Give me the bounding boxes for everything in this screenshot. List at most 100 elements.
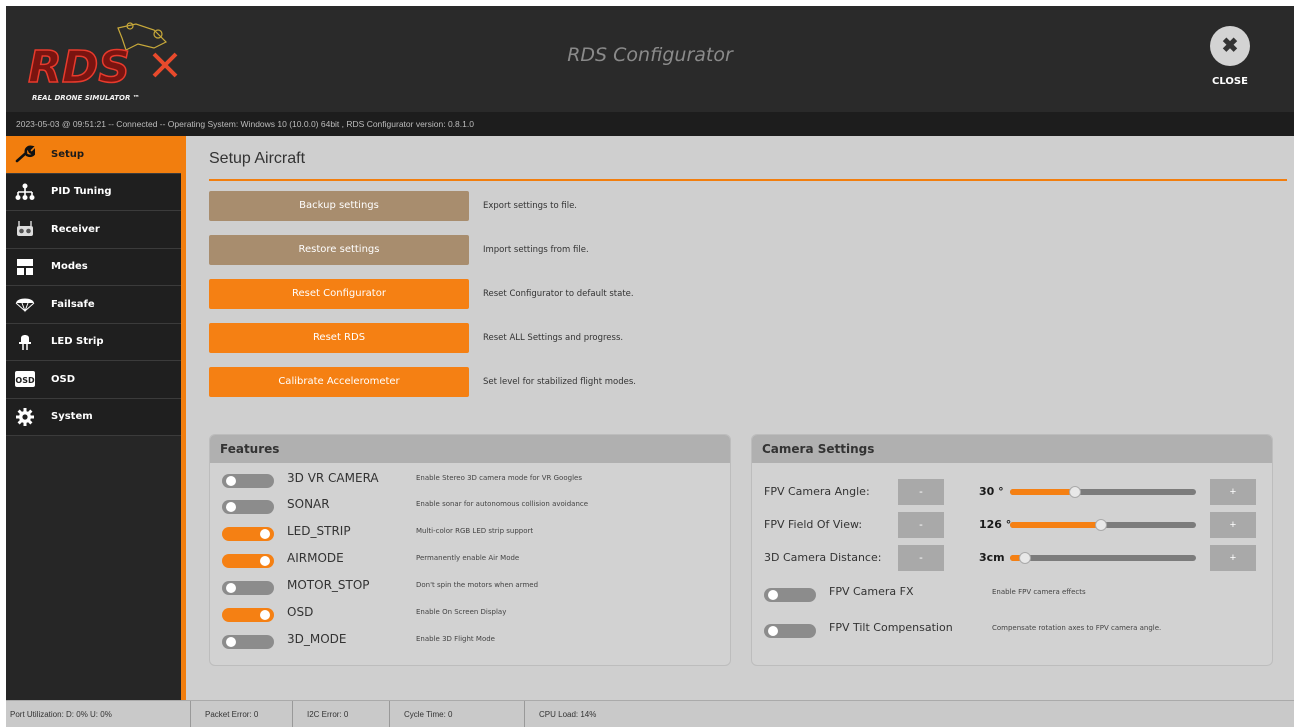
field-of-view-slider[interactable] — [1010, 519, 1196, 531]
feature-name: MOTOR_STOP — [287, 578, 370, 592]
header: RDS REAL DRONE SIMULATOR ™ RDS Configura… — [6, 6, 1294, 112]
sidebar-item-label: LED Strip — [51, 336, 104, 348]
field-of-view-decrease-button[interactable]: - — [898, 512, 944, 538]
tilt-compensation-row: FPV Tilt Compensation Compensate rotatio… — [752, 619, 1272, 643]
camera-distance-decrease-button[interactable]: - — [898, 545, 944, 571]
feature-toggle-sonar[interactable] — [222, 500, 274, 514]
port-utilization: Port Utilization: D: 0% U: 0% — [6, 701, 191, 727]
sidebar-item-label: System — [51, 411, 93, 423]
feature-row-sonar: SONAR Enable sonar for autonomous collis… — [210, 495, 730, 519]
tilt-compensation-toggle[interactable] — [764, 624, 816, 638]
cpu-load: CPU Load: 14% — [539, 710, 597, 719]
gear-icon — [13, 407, 37, 426]
backup-settings-button[interactable]: Backup settings — [209, 191, 469, 221]
svg-text:OSD: OSD — [15, 376, 35, 385]
camera-angle-slider[interactable] — [1010, 486, 1196, 498]
connection-status-line: 2023-05-03 @ 09:51:21 -- Connected -- Op… — [6, 112, 1294, 136]
network-icon — [13, 183, 37, 201]
sidebar-item-failsafe[interactable]: Failsafe — [6, 286, 181, 324]
field-of-view-value: 126 ° — [979, 518, 1012, 531]
feature-toggle-3d-vr-camera[interactable] — [222, 474, 274, 488]
feature-desc: Don't spin the motors when armed — [416, 581, 539, 589]
feature-toggle-led-strip[interactable] — [222, 527, 274, 541]
feature-toggle-airmode[interactable] — [222, 554, 274, 568]
slider-thumb[interactable] — [1069, 486, 1082, 498]
close-label[interactable]: CLOSE — [1206, 76, 1254, 87]
feature-row-3d-mode: 3D_MODE Enable 3D Flight Mode — [210, 630, 730, 654]
restore-settings-desc: Import settings from file. — [483, 245, 589, 255]
feature-toggle-osd[interactable] — [222, 608, 274, 622]
sidebar-item-led-strip[interactable]: LED Strip — [6, 323, 181, 361]
camera-distance-label: 3D Camera Distance: — [764, 551, 882, 564]
feature-row-led-strip: LED_STRIP Multi-color RGB LED strip supp… — [210, 522, 730, 546]
page-title: Setup Aircraft — [209, 150, 306, 167]
title-divider — [209, 179, 1287, 181]
backup-settings-desc: Export settings to file. — [483, 201, 578, 211]
calibrate-accelerometer-button[interactable]: Calibrate Accelerometer — [209, 367, 469, 397]
reset-configurator-desc: Reset Configurator to default state. — [483, 289, 634, 299]
wrench-icon — [13, 145, 37, 163]
sidebar-item-label: OSD — [51, 373, 76, 385]
sidebar-item-label: Receiver — [51, 223, 100, 235]
camera-fx-toggle[interactable] — [764, 588, 816, 602]
modes-icon — [13, 258, 37, 276]
feature-name: 3D VR CAMERA — [287, 471, 379, 485]
logo-subtitle: REAL DRONE SIMULATOR ™ — [32, 94, 140, 102]
packet-error: Packet Error: 0 — [191, 701, 293, 727]
calibrate-accelerometer-desc: Set level for stabilized flight modes. — [483, 377, 636, 387]
restore-settings-button[interactable]: Restore settings — [209, 235, 469, 265]
main-content: Setup Aircraft Backup settings Export se… — [191, 136, 1294, 700]
camera-angle-value: 30 ° — [979, 485, 1004, 498]
led-icon — [13, 333, 37, 351]
app-window: RDS REAL DRONE SIMULATOR ™ RDS Configura… — [6, 6, 1294, 727]
camera-angle-increase-button[interactable]: + — [1210, 479, 1256, 505]
camera-settings-title: Camera Settings — [752, 435, 1272, 463]
camera-distance-increase-button[interactable]: + — [1210, 545, 1256, 571]
feature-desc: Multi-color RGB LED strip support — [416, 527, 534, 535]
sidebar-item-label: PID Tuning — [51, 186, 112, 198]
reset-configurator-button[interactable]: Reset Configurator — [209, 279, 469, 309]
sidebar-item-label: Modes — [51, 261, 88, 273]
camera-angle-decrease-button[interactable]: - — [898, 479, 944, 505]
parachute-icon — [13, 295, 37, 313]
feature-desc: Enable On Screen Display — [416, 608, 507, 616]
feature-row-airmode: AIRMODE Permanently enable Air Mode — [210, 549, 730, 573]
feature-desc: Enable 3D Flight Mode — [416, 635, 495, 643]
sidebar-item-system[interactable]: System — [6, 398, 181, 436]
i2c-error: I2C Error: 0 — [293, 701, 390, 727]
feature-toggle-motor-stop[interactable] — [222, 581, 274, 595]
field-of-view-increase-button[interactable]: + — [1210, 512, 1256, 538]
feature-row-osd: OSD Enable On Screen Display — [210, 603, 730, 627]
slider-thumb[interactable] — [1018, 552, 1031, 564]
status-bar: Port Utilization: D: 0% U: 0% Packet Err… — [6, 700, 1294, 727]
tilt-compensation-label: FPV Tilt Compensation — [829, 621, 953, 634]
camera-distance-value: 3cm — [979, 551, 1005, 564]
sidebar-item-setup[interactable]: Setup — [6, 136, 181, 174]
reset-rds-desc: Reset ALL Settings and progress. — [483, 333, 624, 343]
camera-fx-label: FPV Camera FX — [829, 585, 914, 598]
camera-distance-slider[interactable] — [1010, 552, 1196, 564]
feature-name: SONAR — [287, 497, 330, 511]
features-panel: Features 3D VR CAMERA Enable Stereo 3D c… — [209, 434, 731, 666]
transmitter-icon — [13, 220, 37, 238]
feature-toggle-3d-mode[interactable] — [222, 635, 274, 649]
slider-thumb[interactable] — [1095, 519, 1108, 531]
tilt-compensation-desc: Compensate rotation axes to FPV camera a… — [992, 624, 1162, 632]
reset-rds-button[interactable]: Reset RDS — [209, 323, 469, 353]
camera-settings-panel: Camera Settings FPV Camera Angle: - 30 °… — [751, 434, 1273, 666]
sidebar-item-osd[interactable]: OSD OSD — [6, 361, 181, 399]
cycle-time: Cycle Time: 0 — [390, 701, 525, 727]
sidebar: Setup PID Tuning Receiver Modes Failsafe — [6, 136, 186, 700]
close-button[interactable]: ✖ — [1210, 26, 1250, 66]
field-of-view-row: FPV Field Of View: - 126 ° + — [752, 510, 1272, 540]
close-icon: ✖ — [1221, 35, 1239, 57]
feature-row-3d-vr-camera: 3D VR CAMERA Enable Stereo 3D camera mod… — [210, 469, 730, 493]
feature-name: LED_STRIP — [287, 524, 351, 538]
field-of-view-label: FPV Field Of View: — [764, 518, 863, 531]
sidebar-item-modes[interactable]: Modes — [6, 248, 181, 286]
feature-desc: Enable sonar for autonomous collision av… — [416, 500, 589, 508]
sidebar-item-label: Failsafe — [51, 298, 95, 310]
osd-icon: OSD — [13, 370, 37, 388]
sidebar-item-pid-tuning[interactable]: PID Tuning — [6, 173, 181, 211]
sidebar-item-receiver[interactable]: Receiver — [6, 211, 181, 249]
